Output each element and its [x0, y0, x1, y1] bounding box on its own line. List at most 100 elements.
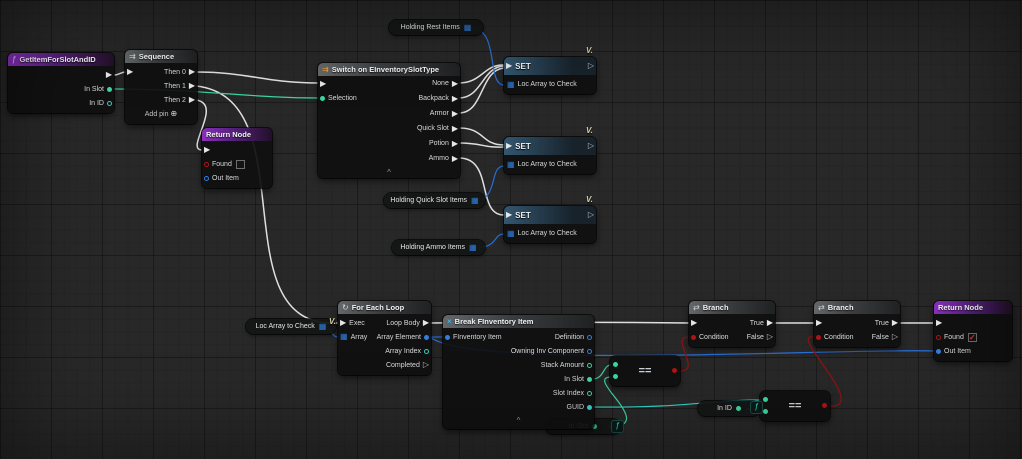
in-slot-pin[interactable]	[107, 87, 112, 92]
true-pin[interactable]: ▶	[892, 319, 898, 327]
exec-out-pin[interactable]: ▶	[106, 71, 112, 79]
array-out-pin[interactable]: ▦	[471, 197, 479, 205]
id-out-pin[interactable]	[736, 406, 741, 411]
node-equals-1[interactable]: ==	[610, 356, 680, 386]
found-pin[interactable]	[204, 162, 209, 167]
exec-out-pin[interactable]: ▷	[588, 62, 594, 70]
node-header: ⇄ Branch	[689, 301, 775, 314]
selection-pin[interactable]	[320, 96, 325, 101]
node-set-1[interactable]: ▶ SET ▷ ▦ Loc Array to Check	[504, 57, 596, 94]
array-pin[interactable]: ▦	[507, 81, 515, 89]
in-slot-out-pin[interactable]	[587, 377, 592, 382]
array-in-pin[interactable]: ▦	[340, 333, 348, 341]
completed-pin[interactable]: ▷	[423, 361, 429, 369]
armor-pin[interactable]: ▶	[452, 110, 458, 118]
pin-label: Out Item	[212, 175, 239, 182]
bool-out-pin[interactable]	[822, 403, 827, 408]
node-getitemforslotandid[interactable]: ƒ GetItemForSlotAndID ▶ In Slot In ID	[8, 53, 114, 113]
collapse-arrow-icon[interactable]: ^	[517, 416, 521, 425]
node-header: × Break FInventory Item	[443, 315, 594, 328]
exec-in-pin[interactable]: ▶	[506, 211, 512, 219]
node-return-1[interactable]: Return Node ▶ Found Out Item	[202, 128, 272, 188]
condition-pin[interactable]	[691, 335, 696, 340]
array-pin[interactable]: ▦	[507, 230, 515, 238]
array-element-pin[interactable]	[424, 335, 429, 340]
then-0-pin[interactable]: ▶	[189, 68, 195, 76]
pin-label: Owning Inv Component	[511, 348, 584, 355]
exec-out-pin[interactable]: ▷	[588, 142, 594, 150]
ammo-pin[interactable]: ▶	[452, 155, 458, 163]
node-set-2[interactable]: ▶ SET ▷ ▦ Loc Array to Check	[504, 137, 596, 174]
true-pin[interactable]: ▶	[767, 319, 773, 327]
node-for-each-loop[interactable]: ↻ For Each Loop ▶ExecLoop Body▶ ▦ArrayAr…	[338, 301, 431, 375]
condition-pin[interactable]	[816, 335, 821, 340]
potion-pin[interactable]: ▶	[452, 140, 458, 148]
compare-b-pin[interactable]	[763, 409, 768, 414]
array-out-pin[interactable]: ▦	[319, 323, 327, 331]
node-return-2[interactable]: Return Node ▶ Found✓ Out Item	[934, 301, 1012, 361]
node-switch-einventoryslottype[interactable]: ⇉ Switch on EInventorySlotType ▶None▶ Se…	[318, 63, 460, 178]
getter-label: Loc Array to Check	[256, 323, 315, 330]
node-equals-2[interactable]: ==	[760, 391, 830, 421]
array-index-pin[interactable]	[424, 349, 429, 354]
exec-in-pin[interactable]: ▶	[340, 319, 346, 327]
node-break-finventory-item[interactable]: × Break FInventory Item FInventory ItemD…	[443, 315, 594, 429]
compare-b-pin[interactable]	[613, 374, 618, 379]
node-title: SET	[515, 211, 531, 220]
variable-badge: V.	[586, 195, 593, 204]
getter-holding-quick-slot-items[interactable]: Holding Quick Slot Items ▦	[384, 193, 485, 208]
guid-pin[interactable]	[587, 405, 592, 410]
definition-pin[interactable]	[587, 335, 592, 340]
pin-label: False	[872, 334, 889, 341]
function-entry-icon: ƒ	[12, 56, 16, 64]
false-pin[interactable]: ▷	[892, 333, 898, 341]
out-item-pin[interactable]	[204, 176, 209, 181]
loop-body-pin[interactable]: ▶	[423, 319, 429, 327]
node-sequence[interactable]: ⇉ Sequence ▶Then 0▶ Then 1▶ Then 2▶ Add …	[125, 50, 197, 124]
exec-in-pin[interactable]: ▶	[127, 68, 133, 76]
exec-in-pin[interactable]: ▶	[816, 319, 822, 327]
compare-a-pin[interactable]	[613, 362, 618, 367]
array-pin[interactable]: ▦	[507, 161, 515, 169]
none-pin[interactable]: ▶	[452, 80, 458, 88]
exec-in-pin[interactable]: ▶	[506, 62, 512, 70]
node-branch-2[interactable]: ⇄ Branch ▶True▶ ConditionFalse▷	[814, 301, 900, 347]
add-pin-button[interactable]: Add pin⊕	[125, 107, 197, 121]
then-1-pin[interactable]: ▶	[189, 82, 195, 90]
blueprint-graph-canvas[interactable]: ƒ GetItemForSlotAndID ▶ In Slot In ID ⇉ …	[0, 0, 1022, 459]
convert-function-icon[interactable]: ƒ	[750, 401, 763, 414]
node-set-3[interactable]: ▶ SET ▷ ▦ Loc Array to Check	[504, 206, 596, 243]
owning-inv-component-pin[interactable]	[587, 349, 592, 354]
then-2-pin[interactable]: ▶	[189, 96, 195, 104]
quick-slot-pin[interactable]: ▶	[452, 125, 458, 133]
exec-out-pin[interactable]: ▷	[588, 211, 594, 219]
found-pin[interactable]	[936, 335, 941, 340]
array-out-pin[interactable]: ▦	[469, 244, 477, 252]
stack-amount-pin[interactable]	[587, 363, 592, 368]
collapse-arrow-icon[interactable]: ^	[387, 168, 391, 177]
bool-out-pin[interactable]	[672, 368, 677, 373]
found-checkbox[interactable]: ✓	[968, 333, 977, 342]
finventory-item-pin[interactable]	[445, 335, 450, 340]
out-item-pin[interactable]	[936, 349, 941, 354]
slot-index-pin[interactable]	[587, 391, 592, 396]
getter-label: Holding Ammo Items	[400, 244, 465, 251]
exec-in-pin[interactable]: ▶	[320, 80, 326, 88]
node-branch-1[interactable]: ⇄ Branch ▶True▶ ConditionFalse▷	[689, 301, 775, 347]
exec-in-pin[interactable]: ▶	[506, 142, 512, 150]
in-id-pin[interactable]	[107, 101, 112, 106]
exec-in-pin[interactable]: ▶	[204, 146, 210, 154]
pin-label: Completed	[386, 362, 420, 369]
array-out-pin[interactable]: ▦	[464, 24, 472, 32]
getter-holding-ammo-items[interactable]: Holding Ammo Items ▦	[392, 240, 485, 255]
getter-loc-array-to-check[interactable]: Loc Array to Check ▦	[246, 319, 336, 334]
compare-a-pin[interactable]	[763, 397, 768, 402]
getter-holding-rest-items[interactable]: Holding Rest Items ▦	[389, 20, 483, 35]
found-checkbox[interactable]	[236, 160, 245, 169]
operator-label: ==	[610, 356, 680, 386]
exec-in-pin[interactable]: ▶	[936, 319, 942, 327]
convert-function-icon[interactable]: ƒ	[611, 420, 624, 433]
exec-in-pin[interactable]: ▶	[691, 319, 697, 327]
backpack-pin[interactable]: ▶	[452, 95, 458, 103]
false-pin[interactable]: ▷	[767, 333, 773, 341]
